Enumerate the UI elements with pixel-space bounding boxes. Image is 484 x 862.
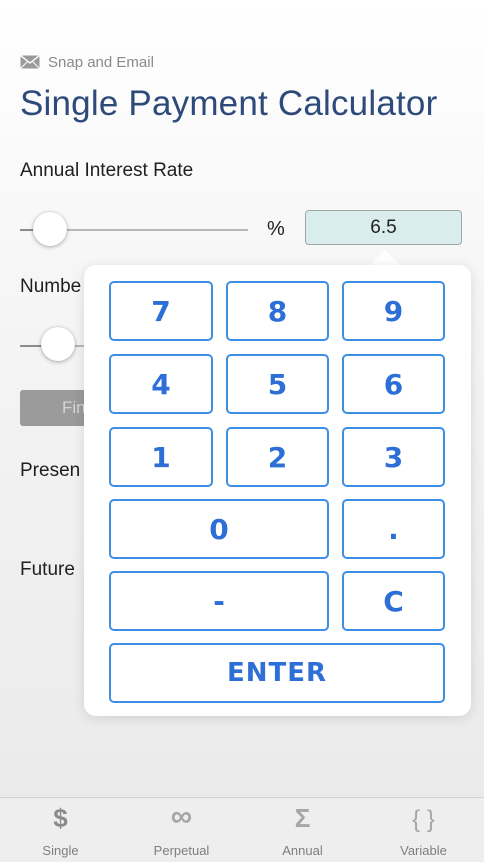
tab-annual[interactable]: Σ Annual: [242, 798, 363, 862]
dollar-icon: $: [53, 803, 68, 833]
tab-label: Annual: [282, 843, 323, 858]
page-title: Single Payment Calculator: [20, 84, 438, 123]
percent-unit: %: [267, 218, 285, 240]
tab-label: Single: [42, 843, 79, 858]
key-3[interactable]: 3: [342, 427, 445, 487]
snap-and-email-label: Snap and Email: [48, 53, 154, 71]
tab-perpetual[interactable]: ∞ Perpetual: [121, 798, 242, 862]
key-6[interactable]: 6: [342, 354, 445, 414]
key-decimal[interactable]: .: [342, 499, 445, 559]
key-clear[interactable]: C: [342, 571, 445, 631]
number-of-periods-label: Numbe: [20, 276, 82, 297]
future-value-label: Future: [20, 559, 75, 580]
interest-rate-field[interactable]: 6.5: [305, 210, 462, 245]
slider-thumb[interactable]: [33, 212, 67, 246]
tab-single[interactable]: $ Single: [0, 798, 121, 862]
key-1[interactable]: 1: [109, 427, 213, 487]
enter-button[interactable]: ENTER: [109, 643, 445, 703]
key-9[interactable]: 9: [342, 281, 445, 341]
sigma-icon: Σ: [294, 803, 311, 833]
key-5[interactable]: 5: [226, 354, 329, 414]
key-8[interactable]: 8: [226, 281, 329, 341]
key-0[interactable]: 0: [109, 499, 329, 559]
tab-variable[interactable]: { } Variable: [363, 798, 484, 862]
keypad-popover: 7 8 9 4 5 6 1 2 3 0 . - C ENTER: [84, 265, 471, 716]
tab-label: Perpetual: [153, 843, 210, 858]
key-minus[interactable]: -: [109, 571, 329, 631]
tab-label: Variable: [400, 843, 447, 858]
infinity-icon: ∞: [170, 800, 193, 833]
key-4[interactable]: 4: [109, 354, 213, 414]
braces-icon: { }: [412, 806, 435, 833]
key-7[interactable]: 7: [109, 281, 213, 341]
slider-thumb[interactable]: [41, 327, 75, 361]
snap-and-email-button[interactable]: Snap and Email: [20, 52, 154, 72]
interest-rate-label: Annual Interest Rate: [20, 160, 194, 181]
key-2[interactable]: 2: [226, 427, 329, 487]
find-button-label: Fin: [62, 398, 86, 417]
tab-bar: $ Single ∞ Perpetual Σ Annual { } Variab…: [0, 797, 484, 862]
popover-arrow: [369, 250, 401, 266]
present-value-label: Presen: [20, 460, 81, 481]
envelope-icon: [20, 55, 40, 69]
